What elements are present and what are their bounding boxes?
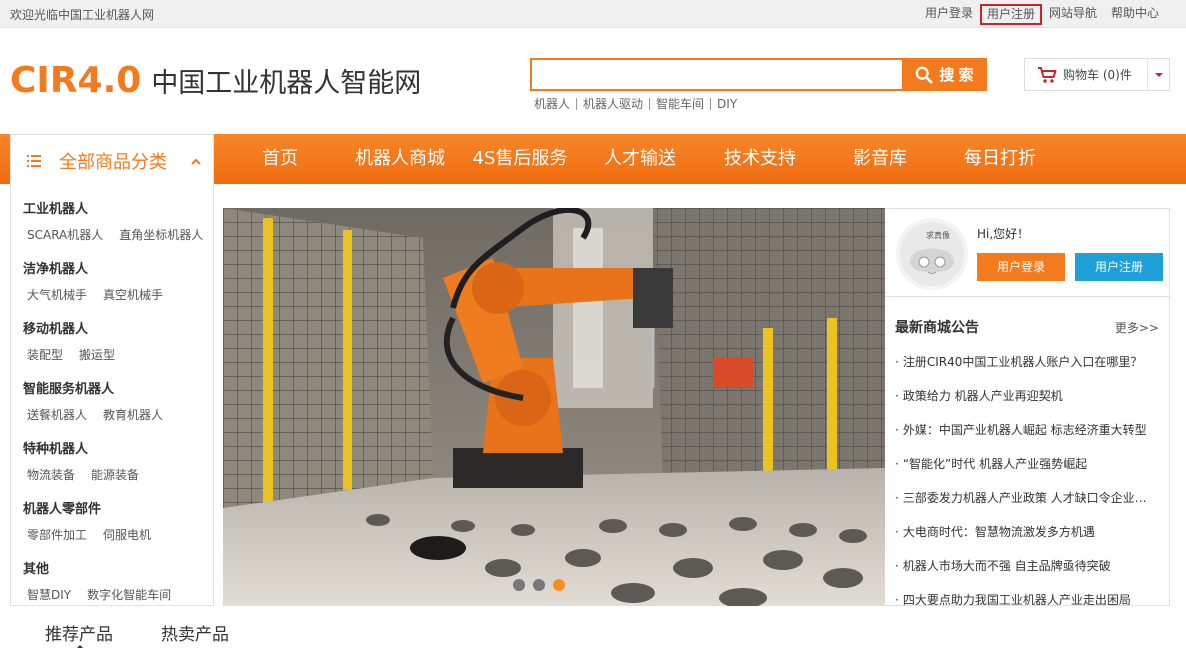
tab-recommended[interactable]: 推荐产品 <box>45 620 113 645</box>
search-input[interactable] <box>530 58 904 91</box>
nav-talent[interactable]: 人才输送 <box>580 134 700 184</box>
robot-arm-photo <box>223 208 885 606</box>
hot-words: 机器人 机器人驱动 智能车间 DIY <box>534 98 743 110</box>
logo-mark: CIR4.0 <box>10 60 142 101</box>
notice-item[interactable]: 机器人市场大而不强 自主品牌亟待突破 <box>895 559 1163 593</box>
avatar: 求真像 <box>896 218 968 290</box>
nav-home[interactable]: 首页 <box>220 134 340 184</box>
notice-item[interactable]: 三部委发力机器人产业政策 人才缺口令企业… <box>895 491 1163 525</box>
site-name: 中国工业机器人智能网 <box>151 68 422 99</box>
category-link[interactable]: 伺服电机 <box>103 526 151 543</box>
hot-word[interactable]: 机器人驱动 <box>576 98 649 110</box>
chevron-up-icon <box>191 158 201 165</box>
category-heading[interactable]: 特种机器人 <box>23 438 139 457</box>
hot-word[interactable]: DIY <box>710 98 743 110</box>
welcome-text: 欢迎光临中国工业机器人网 <box>10 8 155 22</box>
category-link[interactable]: 送餐机器人 <box>27 406 87 423</box>
category-link[interactable]: SCARA机器人 <box>27 226 103 243</box>
product-tabs: 推荐产品 热卖产品 <box>45 620 229 645</box>
main-nav: 首页 机器人商城 4S售后服务 人才输送 技术支持 影音库 每日打折 <box>220 134 1060 184</box>
hot-word[interactable]: 智能车间 <box>649 98 710 110</box>
site-logo[interactable]: CIR4.0 中国工业机器人智能网 <box>10 60 421 101</box>
category-link[interactable]: 零部件加工 <box>27 526 87 543</box>
tab-hot-sale[interactable]: 热卖产品 <box>161 620 229 645</box>
category-group: 机器人零部件 零部件加工 伺服电机 <box>23 498 151 543</box>
category-link[interactable]: 教育机器人 <box>103 406 163 423</box>
notice-item[interactable]: “智能化”时代 机器人产业强势崛起 <box>895 457 1163 491</box>
category-link[interactable]: 智慧DIY <box>27 586 71 603</box>
nav-4s-service[interactable]: 4S售后服务 <box>460 134 580 184</box>
cart-icon <box>1038 66 1057 83</box>
notice-item[interactable]: 外媒：中国产业机器人崛起 标志经济重大转型 <box>895 423 1163 457</box>
nav-daily-deals[interactable]: 每日打折 <box>940 134 1060 184</box>
hero-banner[interactable] <box>223 208 885 606</box>
active-tab-indicator <box>77 645 83 648</box>
category-heading[interactable]: 工业机器人 <box>23 198 203 217</box>
nav-media[interactable]: 影音库 <box>820 134 940 184</box>
banner-dot[interactable] <box>513 579 525 591</box>
category-link[interactable]: 真空机械手 <box>103 286 163 303</box>
user-box: 求真像 Hi,您好！ 用户登录 用户注册 <box>885 209 1169 297</box>
notice-more-link[interactable]: 更多>> <box>1115 319 1159 336</box>
notice-item[interactable]: 政策给力 机器人产业再迎契机 <box>895 389 1163 423</box>
top-links: 用户登录 用户注册 网站导航 帮助中心 <box>918 4 1166 25</box>
all-categories-toggle[interactable]: 全部商品分类 <box>10 134 214 186</box>
category-link[interactable]: 大气机械手 <box>27 286 87 303</box>
help-center-link[interactable]: 帮助中心 <box>1104 4 1166 25</box>
category-group: 其他 智慧DIY 数字化智能车间 <box>23 558 171 603</box>
avatar-caption: 求真像 <box>926 231 950 240</box>
nav-robot-mall[interactable]: 机器人商城 <box>340 134 460 184</box>
category-heading[interactable]: 机器人零部件 <box>23 498 151 517</box>
category-group: 移动机器人 装配型 搬运型 <box>23 318 115 363</box>
top-bar: 欢迎光临中国工业机器人网 用户登录 用户注册 网站导航 帮助中心 <box>0 0 1186 28</box>
hot-word[interactable]: 机器人 <box>534 98 576 110</box>
category-group: 工业机器人 SCARA机器人 直角坐标机器人 <box>23 198 203 243</box>
category-sidebar: 工业机器人 SCARA机器人 直角坐标机器人 洁净机器人 大气机械手 真空机械手 移… <box>10 184 214 606</box>
banner-dot-active[interactable] <box>553 579 565 591</box>
category-link[interactable]: 物流装备 <box>27 466 75 483</box>
search-icon <box>916 66 933 84</box>
nav-tech-support[interactable]: 技术支持 <box>700 134 820 184</box>
category-link[interactable]: 能源装备 <box>91 466 139 483</box>
category-heading[interactable]: 移动机器人 <box>23 318 115 337</box>
notice-list: 注册CIR40中国工业机器人账户入口在哪里？ 政策给力 机器人产业再迎契机 外媒… <box>895 355 1163 605</box>
cart-dropdown-toggle[interactable] <box>1147 59 1169 90</box>
right-panel: 求真像 Hi,您好！ 用户登录 用户注册 最新商城公告 更多>> 注册CIR40… <box>885 208 1170 606</box>
greeting: Hi,您好！ <box>977 227 1030 241</box>
notice-item[interactable]: 大电商时代：智慧物流激发多方机遇 <box>895 525 1163 559</box>
category-heading[interactable]: 智能服务机器人 <box>23 378 163 397</box>
category-link[interactable]: 数字化智能车间 <box>87 586 171 603</box>
notice-item[interactable]: 注册CIR40中国工业机器人账户入口在哪里？ <box>895 355 1163 389</box>
category-title: 全部商品分类 <box>59 151 167 173</box>
top-register-link[interactable]: 用户注册 <box>979 4 1042 25</box>
search-button[interactable]: 搜 索 <box>902 58 987 91</box>
notice-item[interactable]: 四大要点助力我国工业机器人产业走出困局 <box>895 593 1163 605</box>
category-link[interactable]: 搬运型 <box>79 346 115 363</box>
list-icon <box>27 154 41 167</box>
category-link[interactable]: 直角坐标机器人 <box>119 226 203 243</box>
search-button-label: 搜 索 <box>939 67 974 84</box>
top-login-link[interactable]: 用户登录 <box>918 4 980 25</box>
category-group: 特种机器人 物流装备 能源装备 <box>23 438 139 483</box>
register-button[interactable]: 用户注册 <box>1075 253 1163 281</box>
chevron-down-icon <box>1154 72 1163 77</box>
cart-label: 购物车 (0)件 <box>1063 68 1132 82</box>
category-heading[interactable]: 其他 <box>23 558 171 577</box>
category-heading[interactable]: 洁净机器人 <box>23 258 163 277</box>
login-button[interactable]: 用户登录 <box>977 253 1065 281</box>
category-group: 洁净机器人 大气机械手 真空机械手 <box>23 258 163 303</box>
site-nav-link[interactable]: 网站导航 <box>1042 4 1104 25</box>
banner-pagination <box>513 579 565 591</box>
banner-dot[interactable] <box>533 579 545 591</box>
search-bar: 搜 索 <box>530 58 987 91</box>
cart-button[interactable]: 购物车 (0)件 <box>1024 58 1170 91</box>
category-link[interactable]: 装配型 <box>27 346 63 363</box>
category-group: 智能服务机器人 送餐机器人 教育机器人 <box>23 378 163 423</box>
notice-title: 最新商城公告 <box>895 320 979 336</box>
